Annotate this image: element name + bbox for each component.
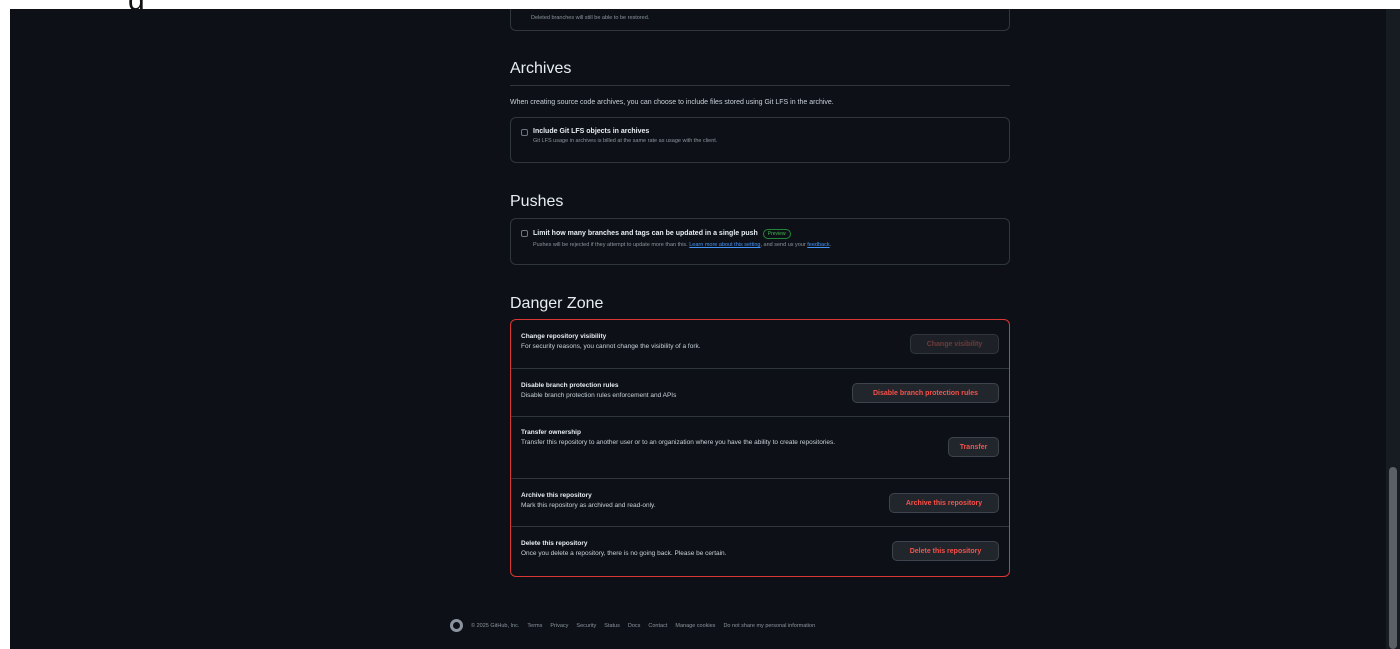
archives-heading: Archives <box>510 60 572 77</box>
danger-row-archive: Archive this repository Mark this reposi… <box>511 479 1009 527</box>
learn-more-link[interactable]: Learn more about this setting <box>689 242 760 248</box>
footer-link-status[interactable]: Status <box>604 623 620 629</box>
danger-row-title: Change repository visibility <box>521 333 607 340</box>
footer-copyright: © 2025 GitHub, Inc. <box>471 622 520 629</box>
push-limit-checkbox[interactable] <box>521 230 528 237</box>
page-scrollbar[interactable] <box>1386 9 1400 649</box>
lfs-archives-option[interactable]: Include Git LFS objects in archives Git … <box>521 128 717 144</box>
pushes-options-box: Limit how many branches and tags can be … <box>510 218 1010 265</box>
github-logo-icon[interactable] <box>450 619 463 632</box>
archives-description: When creating source code archives, you … <box>510 99 834 106</box>
preview-badge: Preview <box>762 229 791 239</box>
push-limit-label-row: Limit how many branches and tags can be … <box>533 229 831 239</box>
danger-row-desc: Once you delete a repository, there is n… <box>521 550 727 557</box>
push-limit-desc-middle: , and send us your <box>760 242 808 248</box>
danger-row-desc: For security reasons, you cannot change … <box>521 343 701 350</box>
branches-settings-box: Deleted branches will still be able to b… <box>510 9 1010 31</box>
archive-repository-button[interactable]: Archive this repository <box>889 493 999 513</box>
delete-repository-button[interactable]: Delete this repository <box>892 541 999 561</box>
danger-row-branch-protection: Disable branch protection rules Disable … <box>511 369 1009 417</box>
footer-link-contact[interactable]: Contact <box>648 623 667 629</box>
footer-link-privacy[interactable]: Privacy <box>550 623 568 629</box>
transfer-button[interactable]: Transfer <box>948 437 999 457</box>
lfs-archives-desc: Git LFS usage in archives is billed at t… <box>533 138 718 144</box>
danger-row-title: Disable branch protection rules <box>521 382 619 389</box>
danger-row-delete: Delete this repository Once you delete a… <box>511 527 1009 576</box>
footer-link-terms[interactable]: Terms <box>527 623 542 629</box>
archives-options-box: Include Git LFS objects in archives Git … <box>510 117 1010 163</box>
danger-row-title: Archive this repository <box>521 492 592 499</box>
danger-row-title: Delete this repository <box>521 540 588 547</box>
settings-page: Deleted branches will still be able to b… <box>10 9 1386 649</box>
change-visibility-button[interactable]: Change visibility <box>910 334 999 354</box>
branches-note: Deleted branches will still be able to b… <box>531 15 650 21</box>
push-limit-desc: Pushes will be rejected if they attempt … <box>533 242 831 248</box>
danger-row-visibility: Change repository visibility For securit… <box>511 320 1009 369</box>
footer-link-manage-cookies[interactable]: Manage cookies <box>675 623 715 629</box>
danger-zone-heading: Danger Zone <box>510 295 604 312</box>
footer: © 2025 GitHub, Inc. Terms Privacy Securi… <box>450 619 815 632</box>
disable-branch-protection-button[interactable]: Disable branch protection rules <box>852 383 999 403</box>
danger-zone-box: Change repository visibility For securit… <box>510 319 1010 577</box>
danger-row-desc: Mark this repository as archived and rea… <box>521 502 656 509</box>
danger-row-transfer: Transfer ownership Transfer this reposit… <box>511 417 1009 479</box>
lfs-archives-label: Include Git LFS objects in archives <box>533 128 650 135</box>
scrollbar-thumb[interactable] <box>1389 467 1397 649</box>
footer-link-security[interactable]: Security <box>576 623 596 629</box>
push-limit-desc-prefix: Pushes will be rejected if they attempt … <box>533 242 688 248</box>
pushes-heading: Pushes <box>510 193 564 210</box>
push-limit-desc-suffix: . <box>829 242 832 248</box>
push-limit-label: Limit how many branches and tags can be … <box>533 230 758 237</box>
footer-link-do-not-share[interactable]: Do not share my personal information <box>723 623 815 629</box>
danger-row-desc: Disable branch protection rules enforcem… <box>521 392 677 399</box>
lfs-archives-checkbox[interactable] <box>521 129 528 136</box>
feedback-link[interactable]: feedback <box>807 242 829 248</box>
push-limit-option[interactable]: Limit how many branches and tags can be … <box>521 229 831 248</box>
danger-row-desc: Transfer this repository to another user… <box>521 439 836 446</box>
footer-link-docs[interactable]: Docs <box>628 623 641 629</box>
danger-row-title: Transfer ownership <box>521 429 581 436</box>
archives-divider <box>510 85 1010 86</box>
